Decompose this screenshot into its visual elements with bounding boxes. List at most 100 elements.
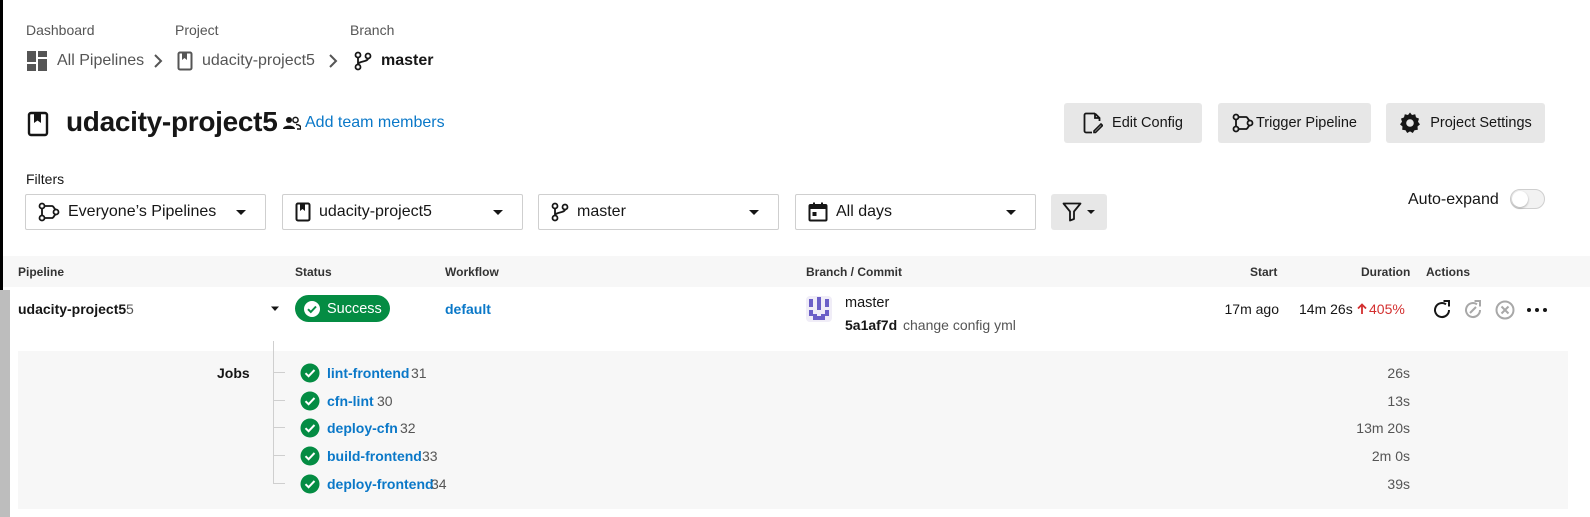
avatar[interactable] — [806, 296, 832, 322]
edit-config-button[interactable]: Edit Config — [1064, 103, 1202, 143]
column-header-workflow: Workflow — [445, 265, 499, 279]
branch-filter-dropdown[interactable]: master — [538, 194, 779, 230]
branch-filter-value: master — [577, 203, 626, 220]
status-label: Success — [327, 300, 382, 317]
job-tree-line — [273, 341, 274, 484]
add-team-members-label: Add team members — [305, 114, 445, 131]
job-tree-branch — [273, 483, 285, 484]
duration-delta: 405% — [1357, 301, 1405, 317]
job-link[interactable]: deploy-frontend — [327, 476, 434, 492]
rerun-failed-icon[interactable] — [1462, 299, 1484, 321]
job-tree-branch — [273, 455, 285, 456]
project-settings-button[interactable]: Project Settings — [1386, 103, 1545, 143]
job-tree-branch — [273, 400, 285, 401]
caret-down-icon — [1006, 210, 1016, 215]
commit-hash[interactable]: 5a1af7d — [845, 317, 897, 333]
table-header — [3, 256, 1590, 287]
breadcrumb-branch[interactable]: master — [354, 50, 433, 72]
project-bookmark-icon — [177, 51, 193, 71]
date-filter-value: All days — [836, 203, 893, 220]
filter-funnel-icon — [1062, 202, 1082, 222]
row-scroll-indicator — [0, 290, 10, 517]
job-number: 32 — [400, 420, 416, 436]
filters-label: Filters — [26, 171, 65, 187]
job-duration: 13s — [1387, 393, 1410, 409]
edit-file-icon — [1083, 112, 1104, 134]
commit-branch: master — [845, 295, 890, 311]
duration: 14m 26s — [1299, 301, 1353, 317]
date-filter-dropdown[interactable]: All days — [795, 194, 1036, 230]
pipeline-icon — [1232, 113, 1254, 133]
column-header-pipeline: Pipeline — [18, 265, 65, 279]
caret-down-icon — [493, 210, 503, 215]
trigger-pipeline-label: Trigger Pipeline — [1255, 115, 1357, 131]
breadcrumb-dashboard-label: Dashboard — [26, 22, 95, 38]
column-header-status: Status — [295, 265, 332, 279]
workflow-link[interactable]: default — [445, 301, 491, 317]
check-circle-icon — [300, 446, 320, 466]
check-circle-icon — [300, 363, 320, 383]
cancel-icon[interactable] — [1494, 299, 1516, 321]
pipelines-filter-dropdown[interactable]: Everyone’s Pipelines — [25, 194, 266, 230]
pipelines-filter-value: Everyone’s Pipelines — [68, 203, 217, 220]
job-number: 31 — [411, 365, 427, 381]
trigger-pipeline-button[interactable]: Trigger Pipeline — [1218, 103, 1371, 143]
jobs-label: Jobs — [217, 365, 250, 381]
job-duration: 2m 0s — [1371, 448, 1410, 464]
advanced-filter-button[interactable] — [1051, 194, 1107, 230]
caret-down-icon — [749, 210, 759, 215]
jobs-panel — [18, 351, 1568, 509]
check-circle-icon — [300, 391, 320, 411]
column-header-actions: Actions — [1426, 265, 1471, 279]
job-duration: 26s — [1387, 365, 1410, 381]
job-number: 33 — [422, 448, 438, 464]
status-badge[interactable]: Success — [295, 295, 390, 322]
dashboard-icon — [27, 51, 47, 71]
project-bookmark-icon — [295, 202, 311, 222]
job-tree-branch — [273, 427, 285, 428]
edit-config-label: Edit Config — [1112, 115, 1183, 131]
job-number: 30 — [377, 393, 393, 409]
toggle-knob — [1512, 191, 1528, 207]
check-circle-icon — [300, 474, 320, 494]
breadcrumb-project[interactable]: udacity-project5 — [177, 50, 315, 72]
rerun-icon[interactable] — [1431, 299, 1453, 321]
breadcrumb-branch-label: Branch — [350, 22, 395, 38]
calendar-icon — [808, 202, 828, 222]
auto-expand-label: Auto-expand — [1408, 191, 1499, 208]
add-team-members-link[interactable]: Add team members — [283, 114, 445, 132]
job-duration: 39s — [1387, 476, 1410, 492]
job-link[interactable]: cfn-lint — [327, 393, 374, 409]
job-link[interactable]: lint-frontend — [327, 365, 409, 381]
project-filter-value: udacity-project5 — [319, 203, 432, 220]
more-options-icon[interactable] — [1526, 302, 1548, 318]
commit-message: change config yml — [903, 317, 1016, 333]
check-circle-icon — [300, 418, 320, 438]
git-branch-icon — [551, 202, 569, 222]
people-icon — [283, 116, 301, 130]
pipeline-name[interactable]: udacity-project5 — [18, 301, 126, 317]
breadcrumb-all-pipelines[interactable]: All Pipelines — [26, 50, 144, 72]
start-time: 17m ago — [1224, 301, 1279, 317]
job-duration: 13m 20s — [1356, 420, 1410, 436]
column-header-start: Start — [1250, 265, 1278, 279]
breadcrumb-branch-label-text: master — [381, 52, 434, 69]
duration-delta-value: 405% — [1369, 301, 1405, 317]
job-number: 34 — [431, 476, 447, 492]
caret-down-icon — [236, 210, 246, 215]
page-title: udacity-project5 — [66, 106, 278, 137]
breadcrumb-project-label: Project — [175, 22, 219, 38]
git-branch-icon — [354, 51, 372, 71]
caret-down-icon[interactable] — [270, 306, 280, 312]
chevron-right-icon — [154, 54, 163, 68]
project-settings-label: Project Settings — [1430, 115, 1532, 131]
column-header-branch-commit: Branch / Commit — [806, 265, 903, 279]
column-header-duration: Duration — [1361, 265, 1411, 279]
gear-icon — [1400, 112, 1421, 133]
project-filter-dropdown[interactable]: udacity-project5 — [282, 194, 523, 230]
job-tree-branch — [273, 372, 285, 373]
breadcrumb-all-pipelines-label: All Pipelines — [57, 52, 145, 69]
job-link[interactable]: deploy-cfn — [327, 420, 398, 436]
job-link[interactable]: build-frontend — [327, 448, 422, 464]
auto-expand-toggle[interactable] — [1510, 189, 1545, 209]
